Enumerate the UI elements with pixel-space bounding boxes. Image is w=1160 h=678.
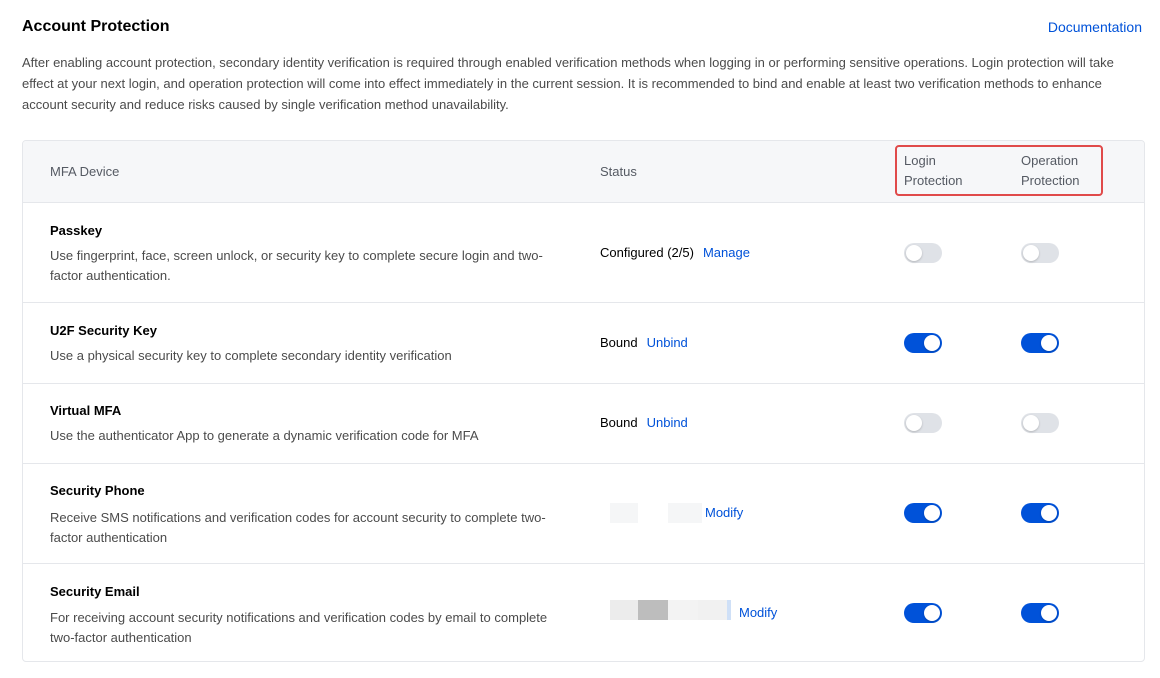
u2f-login-protection-toggle[interactable]: [904, 333, 942, 353]
unbind-link[interactable]: Unbind: [647, 415, 688, 430]
phone-login-protection-toggle[interactable]: [904, 503, 942, 523]
mfa-device-table: MFA Device Status Login Protection Opera…: [22, 140, 1145, 662]
virtual-mfa-operation-protection-toggle[interactable]: [1021, 413, 1059, 433]
table-row-u2f-security-key: U2F Security Key Use a physical security…: [23, 303, 1144, 384]
row-status: Bound Unbind: [600, 413, 688, 433]
email-operation-protection-toggle[interactable]: [1021, 603, 1059, 623]
table-row-security-email: Security Email For receiving account sec…: [23, 564, 1144, 661]
modify-phone-link[interactable]: Modify: [705, 503, 743, 523]
row-name: Passkey: [50, 223, 103, 238]
status-text: Bound: [600, 415, 638, 430]
row-description: For receiving account security notificat…: [50, 610, 548, 645]
virtual-mfa-login-protection-toggle[interactable]: [904, 413, 942, 433]
row-status: Bound Unbind: [600, 333, 688, 353]
page-title: Account Protection: [22, 18, 170, 35]
documentation-link[interactable]: Documentation: [1048, 17, 1142, 37]
row-name: Security Phone: [50, 483, 145, 498]
column-header-status: Status: [600, 164, 637, 179]
status-text: Bound: [600, 335, 638, 350]
u2f-operation-protection-toggle[interactable]: [1021, 333, 1059, 353]
row-description: Use a physical security key to complete …: [50, 348, 452, 363]
row-name: Virtual MFA: [50, 403, 122, 418]
manage-link[interactable]: Manage: [703, 245, 750, 260]
email-login-protection-toggle[interactable]: [904, 603, 942, 623]
passkey-operation-protection-toggle[interactable]: [1021, 243, 1059, 263]
status-text: Configured (2/5): [600, 245, 694, 260]
table-header: MFA Device Status Login Protection Opera…: [23, 141, 1144, 203]
phone-operation-protection-toggle[interactable]: [1021, 503, 1059, 523]
table-row-virtual-mfa: Virtual MFA Use the authenticator App to…: [23, 384, 1144, 464]
row-description: Receive SMS notifications and verificati…: [50, 510, 546, 545]
masked-email-address: [610, 600, 732, 620]
row-description: Use the authenticator App to generate a …: [50, 428, 479, 443]
table-row-security-phone: Security Phone Receive SMS notifications…: [23, 464, 1144, 564]
table-row-passkey: Passkey Use fingerprint, face, screen un…: [23, 203, 1144, 303]
highlight-box: [895, 145, 1103, 196]
page-description: After enabling account protection, secon…: [22, 55, 1114, 112]
row-description: Use fingerprint, face, screen unlock, or…: [50, 248, 543, 283]
passkey-login-protection-toggle[interactable]: [904, 243, 942, 263]
column-header-mfa-device: MFA Device: [50, 164, 120, 179]
row-name: U2F Security Key: [50, 323, 157, 338]
modify-email-link[interactable]: Modify: [739, 603, 777, 623]
row-name: Security Email: [50, 584, 140, 599]
unbind-link[interactable]: Unbind: [647, 335, 688, 350]
masked-phone-number: [610, 503, 710, 523]
page-header: Account Protection Documentation: [22, 16, 1142, 38]
row-status: Configured (2/5) Manage: [600, 243, 750, 263]
